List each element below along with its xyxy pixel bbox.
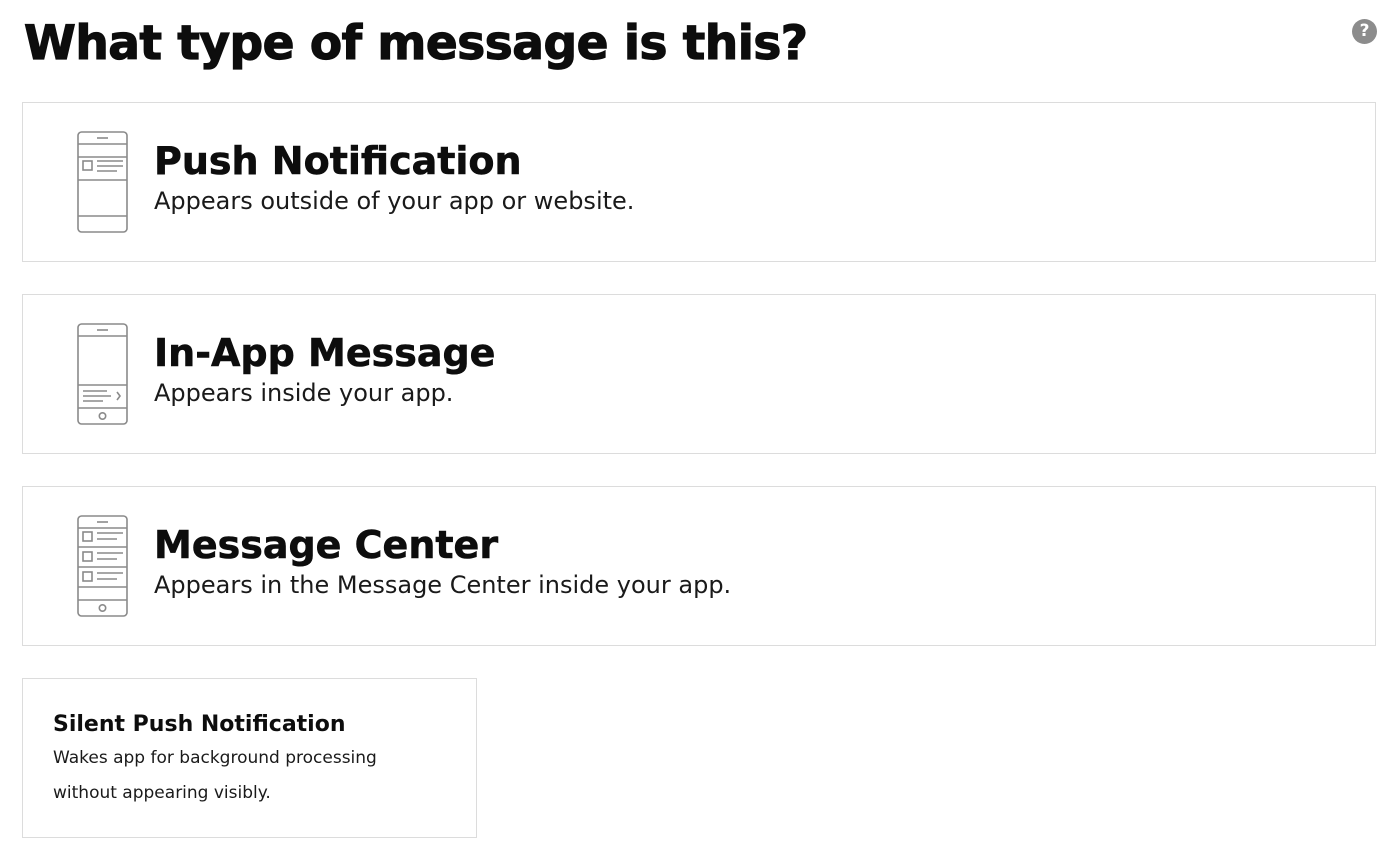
option-title: Push Notification bbox=[154, 139, 522, 184]
page-title: What type of message is this? bbox=[23, 15, 808, 71]
in-app-message-option[interactable]: In-App Message Appears inside your app. bbox=[22, 294, 1376, 454]
option-title: Message Center bbox=[154, 523, 499, 568]
push-notification-option[interactable]: Push Notification Appears outside of you… bbox=[22, 102, 1376, 262]
help-icon[interactable]: ? bbox=[1352, 19, 1377, 44]
silent-push-notification-option[interactable]: Silent Push Notification Wakes app for b… bbox=[22, 678, 477, 838]
option-description: Appears inside your app. bbox=[154, 379, 454, 407]
message-center-option[interactable]: Message Center Appears in the Message Ce… bbox=[22, 486, 1376, 646]
phone-push-notification-icon bbox=[77, 131, 128, 233]
option-title: In-App Message bbox=[154, 331, 496, 376]
phone-message-center-icon bbox=[77, 515, 128, 617]
phone-in-app-message-icon bbox=[77, 323, 128, 425]
option-description: Appears in the Message Center inside you… bbox=[154, 571, 732, 599]
option-description: Appears outside of your app or website. bbox=[154, 187, 635, 215]
option-title: Silent Push Notification bbox=[53, 712, 346, 737]
message-type-page: What type of message is this? ? Push Not… bbox=[0, 0, 1400, 859]
option-description: Wakes app for background processing with… bbox=[53, 748, 377, 803]
